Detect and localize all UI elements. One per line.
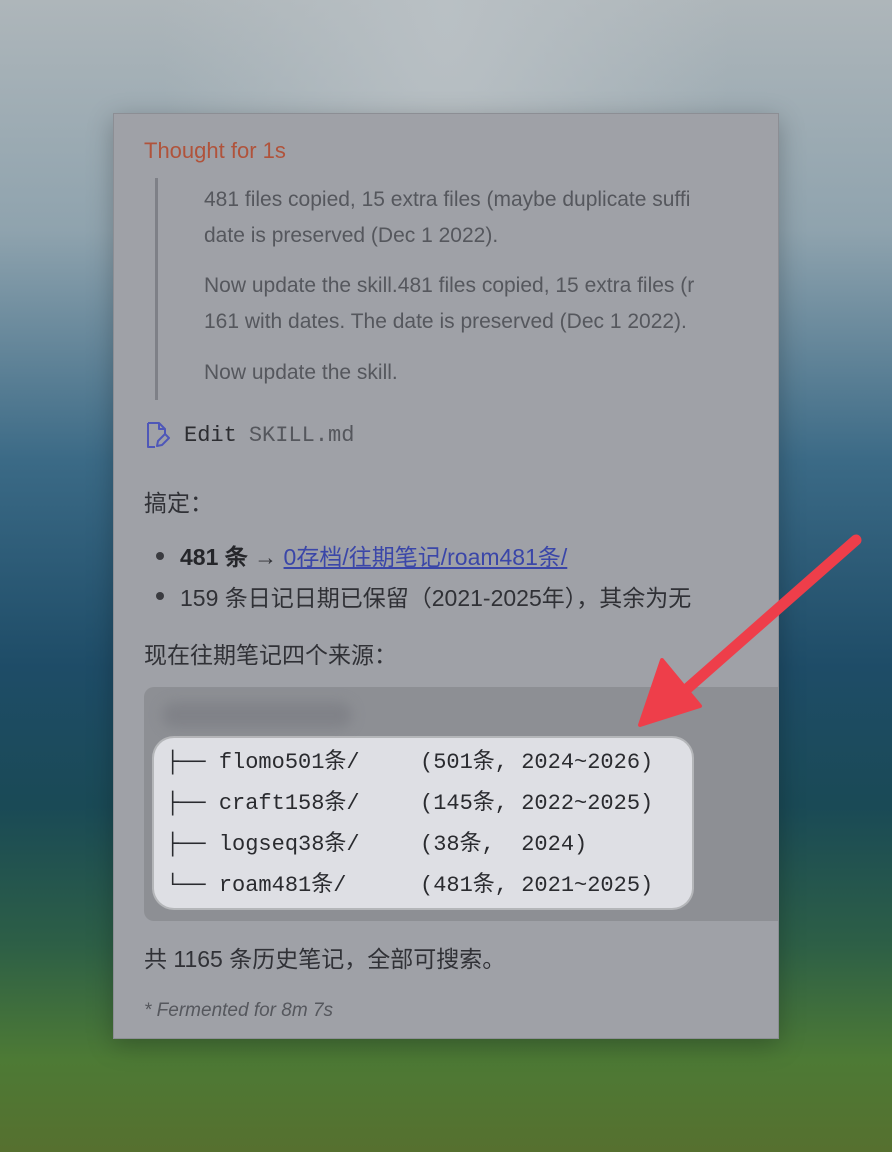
code-block-blurred-line — [162, 702, 352, 728]
tree-folder-name: logseq38条/ — [218, 832, 360, 857]
summary-text: 共 1165 条历史笔记，全部可搜索。 — [144, 946, 506, 972]
tree-prefix: ├── — [166, 750, 219, 775]
bullet-1-arrow: → — [254, 544, 278, 570]
bullet-1: 481 条 → 0存档/往期笔记/roam481条/ — [180, 538, 567, 572]
tree-prefix: └── — [166, 873, 219, 898]
fermented-duration: * Fermented for 8m 7s — [144, 1000, 334, 1021]
tree-folder-info: (501条, 2024~2026) — [420, 750, 654, 775]
tree-folder-info: (145条, 2022~2025) — [420, 791, 654, 816]
done-heading: 搞定： — [144, 490, 213, 516]
roam-folder-link[interactable]: 0存档/往期笔记/roam481条/ — [284, 544, 568, 570]
tree-row-logseq: ├── logseq38条/ (38条, 2024) — [166, 830, 587, 860]
thought-paragraph-3-line-1: Now update the skill. — [204, 361, 398, 384]
thought-toggle[interactable]: Thought for 1s — [144, 138, 286, 164]
bullet-2-dot — [156, 592, 164, 600]
bullet-1-count: 481 条 — [180, 544, 248, 570]
tree-folder-info: (38条, 2024) — [420, 832, 588, 857]
thought-paragraph-2-line-2: 161 with dates. The date is preserved (D… — [204, 310, 687, 333]
chat-panel: Thought for 1s 481 files copied, 15 extr… — [113, 113, 779, 1039]
tree-prefix: ├── — [166, 791, 219, 816]
thought-paragraph-1-line-2: date is preserved (Dec 1 2022). — [204, 224, 499, 247]
tree-row-flomo: ├── flomo501条/ (501条, 2024~2026) — [166, 748, 653, 778]
sources-intro: 现在往期笔记四个来源： — [144, 642, 397, 668]
tree-row-craft: ├── craft158条/ (145条, 2022~2025) — [166, 789, 653, 819]
tree-folder-name: craft158条/ — [218, 791, 360, 816]
tree-folder-info: (481条, 2021~2025) — [420, 873, 654, 898]
edit-tool-call[interactable]: Edit SKILL.md — [144, 420, 354, 450]
bullet-1-dot — [156, 552, 164, 560]
edit-file-name: SKILL.md — [248, 422, 355, 448]
file-edit-icon — [147, 422, 170, 448]
tree-prefix: ├── — [166, 832, 219, 857]
tree-folder-name: flomo501条/ — [218, 750, 360, 775]
tree-row-roam: └── roam481条/ (481条, 2021~2025) — [166, 871, 653, 901]
thought-paragraph-2-line-1: Now update the skill.481 files copied, 1… — [204, 274, 695, 297]
thought-quote-bar — [155, 178, 158, 400]
edit-action-label: Edit — [184, 422, 237, 448]
tree-folder-name: roam481条/ — [218, 873, 347, 898]
bullet-2: 159 条日记日期已保留（2021-2025年），其余为无 — [180, 585, 692, 611]
thought-paragraph-1-line-1: 481 files copied, 15 extra files (maybe … — [204, 188, 691, 211]
